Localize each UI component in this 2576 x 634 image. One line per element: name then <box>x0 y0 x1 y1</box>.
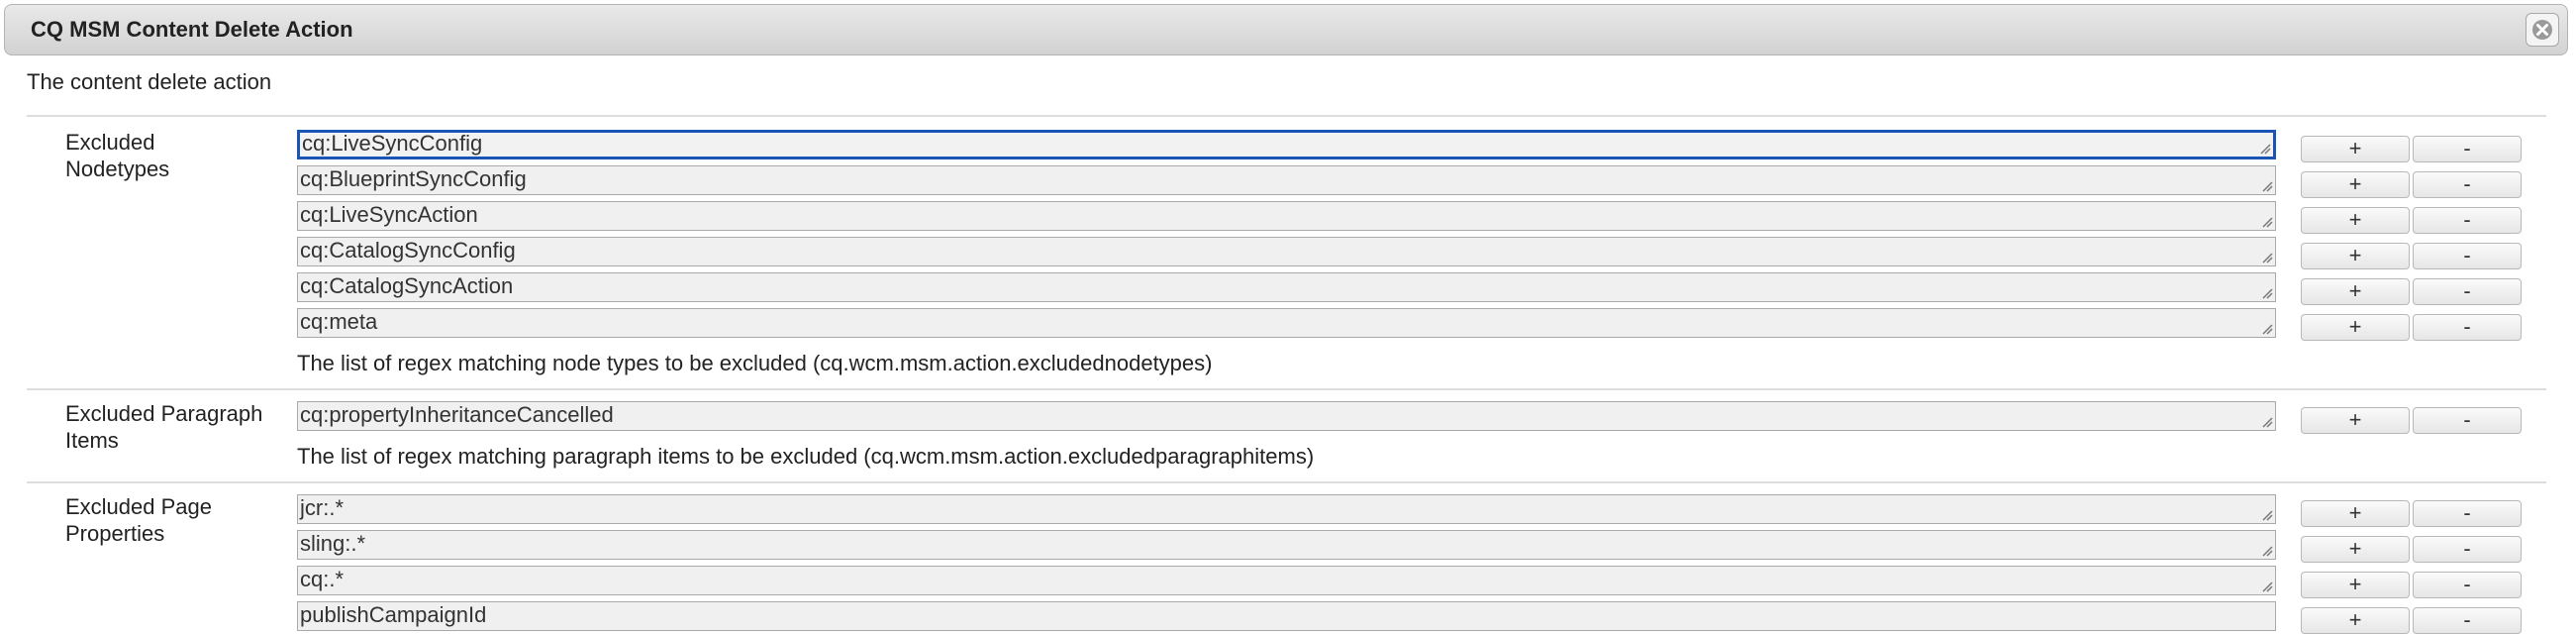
remove-button[interactable]: - <box>2413 207 2522 234</box>
add-button[interactable]: + <box>2301 407 2410 434</box>
section-separator <box>27 115 2546 117</box>
field-value: cq:CatalogSyncAction <box>300 273 514 298</box>
remove-button[interactable]: - <box>2413 407 2522 434</box>
field-value: cq:meta <box>300 309 378 334</box>
resize-grip-icon[interactable] <box>2261 416 2273 428</box>
excluded-nodetypes-field-3[interactable]: cq:LiveSyncAction <box>297 201 2276 231</box>
add-button[interactable]: + <box>2301 572 2410 598</box>
add-button[interactable]: + <box>2301 243 2410 269</box>
remove-button[interactable]: - <box>2413 243 2522 269</box>
resize-grip-icon[interactable] <box>2261 180 2273 192</box>
remove-button[interactable]: - <box>2413 136 2522 162</box>
excluded-page-properties-field-4[interactable]: publishCampaignId <box>297 601 2276 631</box>
dialog-title: CQ MSM Content Delete Action <box>31 17 353 42</box>
field-value: jcr:.* <box>300 495 344 520</box>
add-button[interactable]: + <box>2301 171 2410 198</box>
excluded-paragraph-items-hint: The list of regex matching paragraph ite… <box>297 444 1315 469</box>
excluded-page-properties-field-3[interactable]: cq:.* <box>297 566 2276 595</box>
remove-button[interactable]: - <box>2413 278 2522 305</box>
add-button[interactable]: + <box>2301 607 2410 634</box>
field-value: cq:LiveSyncAction <box>300 202 478 227</box>
close-button[interactable] <box>2526 13 2559 47</box>
excluded-nodetypes-field-2[interactable]: cq:BlueprintSyncConfig <box>297 165 2276 195</box>
section-separator <box>27 481 2546 483</box>
field-value: sling:.* <box>300 531 366 556</box>
dialog-description: The content delete action <box>27 69 272 94</box>
excluded-nodetypes-hint: The list of regex matching node types to… <box>297 351 1213 375</box>
add-button[interactable]: + <box>2301 314 2410 341</box>
resize-grip-icon[interactable] <box>2261 216 2273 228</box>
close-icon <box>2532 20 2552 40</box>
add-button[interactable]: + <box>2301 207 2410 234</box>
remove-button[interactable]: - <box>2413 314 2522 341</box>
add-button[interactable]: + <box>2301 500 2410 527</box>
remove-button[interactable]: - <box>2413 536 2522 563</box>
excluded-nodetypes-field-4[interactable]: cq:CatalogSyncConfig <box>297 237 2276 266</box>
field-value: cq:CatalogSyncConfig <box>300 238 516 263</box>
remove-button[interactable]: - <box>2413 607 2522 634</box>
resize-grip-icon[interactable] <box>2261 509 2273 521</box>
excluded-nodetypes-field-5[interactable]: cq:CatalogSyncAction <box>297 272 2276 302</box>
excluded-nodetypes-field-1[interactable]: cq:LiveSyncConfig <box>297 130 2276 159</box>
remove-button[interactable]: - <box>2413 500 2522 527</box>
resize-grip-icon[interactable] <box>2261 581 2273 592</box>
dialog-titlebar: CQ MSM Content Delete Action <box>4 4 2568 55</box>
excluded-page-properties-label: Excluded Page Properties <box>65 494 212 546</box>
field-value: cq:propertyInheritanceCancelled <box>300 402 614 427</box>
add-button[interactable]: + <box>2301 136 2410 162</box>
resize-grip-icon[interactable] <box>2259 143 2271 155</box>
remove-button[interactable]: - <box>2413 171 2522 198</box>
excluded-paragraph-items-field-1[interactable]: cq:propertyInheritanceCancelled <box>297 401 2276 431</box>
field-value: publishCampaignId <box>300 602 487 627</box>
section-separator <box>27 388 2546 390</box>
resize-grip-icon[interactable] <box>2261 252 2273 264</box>
resize-grip-icon[interactable] <box>2261 323 2273 335</box>
excluded-nodetypes-label: Excluded Nodetypes <box>65 130 170 181</box>
remove-button[interactable]: - <box>2413 572 2522 598</box>
field-value: cq:LiveSyncConfig <box>302 131 483 156</box>
excluded-page-properties-field-2[interactable]: sling:.* <box>297 530 2276 560</box>
add-button[interactable]: + <box>2301 536 2410 563</box>
field-value: cq:.* <box>300 567 345 591</box>
excluded-page-properties-field-1[interactable]: jcr:.* <box>297 494 2276 524</box>
excluded-paragraph-items-label: Excluded Paragraph Items <box>65 401 263 453</box>
resize-grip-icon[interactable] <box>2261 545 2273 557</box>
resize-grip-icon[interactable] <box>2261 287 2273 299</box>
excluded-nodetypes-field-6[interactable]: cq:meta <box>297 308 2276 338</box>
field-value: cq:BlueprintSyncConfig <box>300 166 527 191</box>
add-button[interactable]: + <box>2301 278 2410 305</box>
